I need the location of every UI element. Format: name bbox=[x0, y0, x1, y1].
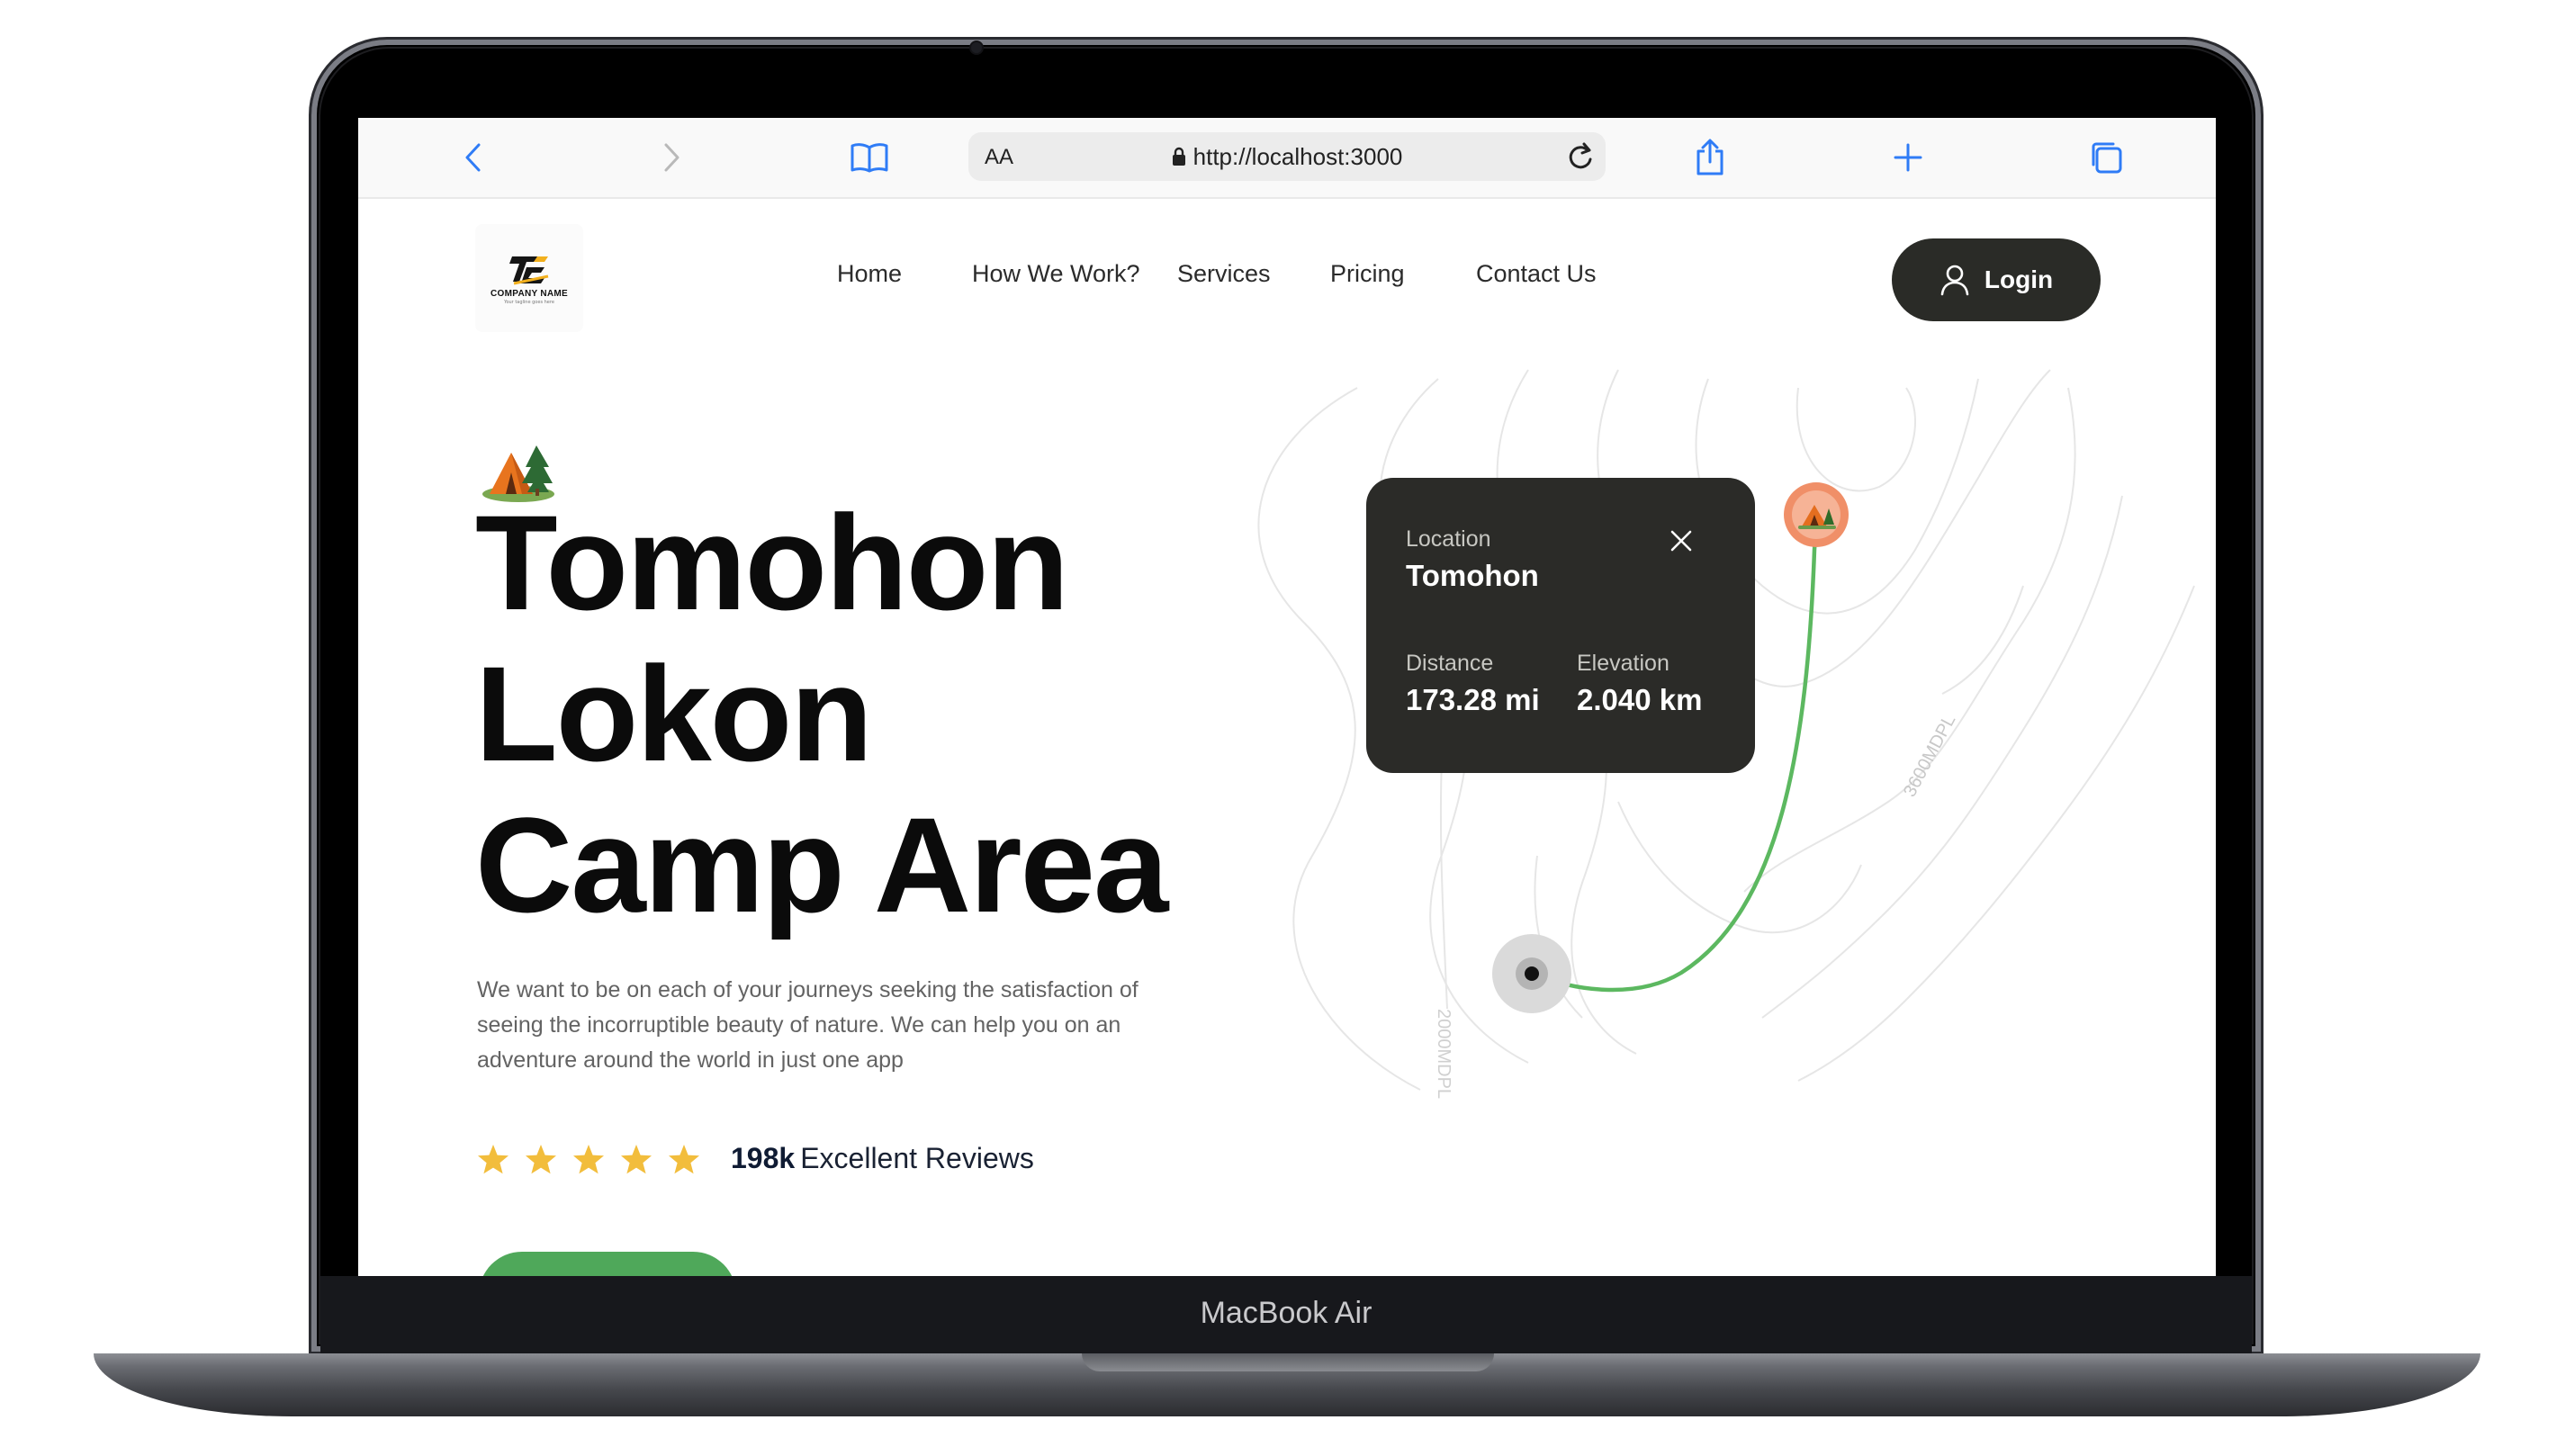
location-card: Location Tomohon Distance 173.28 mi Elev… bbox=[1366, 478, 1755, 773]
star-icon bbox=[526, 1144, 556, 1173]
hero-title: Tomohon Lokon Camp Area bbox=[475, 487, 1168, 940]
location-label: Location bbox=[1406, 526, 1491, 552]
nav-home[interactable]: Home bbox=[837, 260, 902, 288]
login-button[interactable]: Login bbox=[1892, 238, 2101, 321]
rating-label: Excellent Reviews bbox=[800, 1142, 1034, 1174]
star-icon bbox=[621, 1144, 652, 1173]
rating-count: 198k bbox=[731, 1142, 796, 1174]
logo-tagline: Your tagline goes here bbox=[504, 300, 554, 305]
elevation-label: Elevation bbox=[1577, 651, 1670, 676]
browser-screen: AA http://localhost:3000 2000MDPL 3600MD… bbox=[358, 118, 2216, 1276]
close-icon[interactable] bbox=[1667, 526, 1696, 555]
star-icon bbox=[478, 1144, 508, 1173]
login-label: Login bbox=[1984, 265, 2054, 293]
hero-title-line-3: Camp Area bbox=[475, 789, 1168, 940]
elevation-value: 2.040 km bbox=[1577, 683, 1703, 716]
hero-title-line-1: Tomohon bbox=[475, 487, 1069, 638]
start-marker[interactable] bbox=[1492, 934, 1571, 1013]
device-label: MacBook Air bbox=[1200, 1296, 1372, 1330]
hero-title-line-2: Lokon bbox=[475, 638, 873, 789]
contour-label-3600: 3600MDPL bbox=[1900, 712, 1959, 801]
rating-text: 198k Excellent Reviews bbox=[731, 1142, 1034, 1175]
nav-pricing[interactable]: Pricing bbox=[1330, 260, 1405, 288]
star-icon bbox=[669, 1144, 699, 1173]
distance-value: 173.28 mi bbox=[1406, 683, 1540, 716]
distance-label: Distance bbox=[1406, 651, 1494, 676]
camera-icon bbox=[971, 42, 982, 53]
contour-label-2000: 2000MDPL bbox=[1434, 1009, 1454, 1099]
nav-how-we-work[interactable]: How We Work? bbox=[972, 260, 1140, 288]
location-value: Tomohon bbox=[1406, 559, 1539, 592]
destination-pin[interactable] bbox=[1784, 482, 1849, 547]
nav-contact-us[interactable]: Contact Us bbox=[1476, 260, 1597, 288]
nav-services[interactable]: Services bbox=[1177, 260, 1271, 288]
rating-stars bbox=[477, 1144, 700, 1174]
get-started-button[interactable] bbox=[479, 1252, 736, 1276]
star-icon bbox=[573, 1144, 604, 1173]
hero-description: We want to be on each of your journeys s… bbox=[477, 977, 1138, 1073]
laptop-notch bbox=[1082, 1353, 1494, 1371]
user-icon bbox=[1940, 265, 1969, 296]
rating: 198k Excellent Reviews bbox=[477, 1142, 1034, 1175]
